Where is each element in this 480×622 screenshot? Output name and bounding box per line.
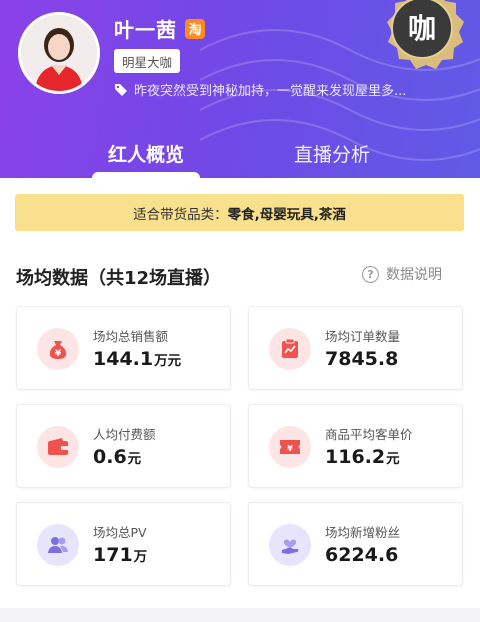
profile-bio: 昨夜突然受到神秘加持，一觉醒来发现屋里多... bbox=[134, 84, 407, 99]
bio-row[interactable]: 昨夜突然受到神秘加持，一觉醒来发现屋里多... bbox=[114, 80, 454, 99]
category-banner: 适合带货品类： 零食,母婴玩具,茶酒 bbox=[15, 194, 464, 231]
question-icon: ? bbox=[362, 265, 379, 283]
tab-bar: 红人概览 直播分析 bbox=[0, 136, 480, 178]
stat-value: 144.1万元 bbox=[93, 348, 182, 370]
category-value: 零食,母婴玩具,茶酒 bbox=[227, 206, 346, 223]
tab-overview[interactable]: 红人概览 bbox=[66, 140, 226, 167]
stat-label: 场均总销售额 bbox=[93, 329, 169, 344]
users-icon bbox=[37, 524, 79, 566]
data-help-link[interactable]: ? 数据说明 bbox=[362, 264, 442, 284]
tab-live-analysis[interactable]: 直播分析 bbox=[252, 140, 412, 167]
stat-card-sales[interactable]: ¥ 场均总销售额 144.1万元 bbox=[16, 306, 231, 390]
overview-content: 适合带货品类： 零食,母婴玩具,茶酒 场均数据（共12场直播） ? 数据说明 ¥… bbox=[0, 178, 480, 622]
stat-card-pv[interactable]: 场均总PV 171万 bbox=[16, 502, 231, 586]
ticket-icon: ¥ bbox=[269, 426, 311, 468]
stat-card-avg-order-price[interactable]: ¥ 商品平均客单价 116.2元 bbox=[248, 404, 463, 488]
stat-value: 0.6元 bbox=[93, 446, 142, 468]
tag-icon bbox=[115, 83, 127, 96]
stat-card-orders[interactable]: 场均订单数量 7845.8 bbox=[248, 306, 463, 390]
stat-value: 116.2元 bbox=[325, 446, 400, 468]
stat-label: 人均付费额 bbox=[93, 427, 156, 442]
avatar-image bbox=[21, 15, 97, 91]
bottom-divider bbox=[0, 608, 480, 622]
taobao-badge-icon: 淘 bbox=[185, 18, 205, 39]
avatar[interactable] bbox=[18, 12, 100, 94]
help-label: 数据说明 bbox=[386, 267, 442, 283]
order-chart-icon bbox=[269, 328, 311, 370]
medal-text: 咖 bbox=[408, 12, 436, 45]
wallet-icon bbox=[37, 426, 79, 468]
stat-card-per-capita-pay[interactable]: 人均付费额 0.6元 bbox=[16, 404, 231, 488]
stat-label: 商品平均客单价 bbox=[325, 427, 413, 442]
stat-card-new-fans[interactable]: 场均新增粉丝 6224.6 bbox=[248, 502, 463, 586]
stat-label: 场均总PV bbox=[93, 525, 147, 540]
stat-value: 171万 bbox=[93, 544, 148, 566]
svg-text:¥: ¥ bbox=[287, 444, 293, 453]
money-bag-icon: ¥ bbox=[37, 328, 79, 370]
profile-header: 叶一茜 淘 明星大咖 昨夜突然受到神秘加持，一觉醒来发现屋里多... 咖 红人概… bbox=[0, 0, 480, 178]
section-title: 场均数据（共12场直播） bbox=[16, 268, 222, 289]
category-prefix: 适合带货品类： bbox=[133, 206, 228, 223]
medal-badge-icon: 咖 bbox=[387, 0, 464, 69]
stat-value: 7845.8 bbox=[325, 348, 399, 370]
profile-name[interactable]: 叶一茜 bbox=[114, 14, 177, 43]
level-tag: 明星大咖 bbox=[114, 49, 181, 73]
name-row: 叶一茜 淘 bbox=[114, 14, 205, 43]
stat-label: 场均订单数量 bbox=[325, 329, 401, 344]
svg-text:¥: ¥ bbox=[55, 349, 62, 359]
heart-hand-icon bbox=[269, 524, 311, 566]
stat-value: 6224.6 bbox=[325, 544, 399, 566]
stat-label: 场均新增粉丝 bbox=[325, 525, 401, 540]
